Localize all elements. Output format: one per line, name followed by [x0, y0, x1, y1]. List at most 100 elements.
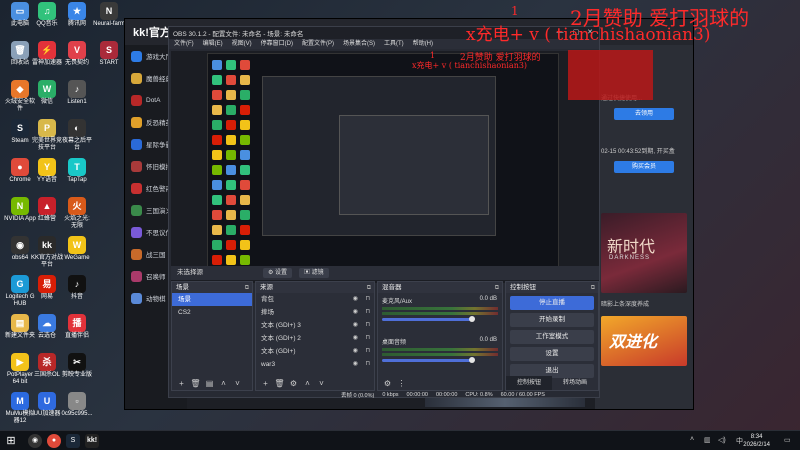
visibility-eye-icon[interactable]: ◉ [353, 306, 358, 319]
desktop-icon[interactable]: S START [93, 41, 125, 67]
remove-scene-icon[interactable]: 🗑 [190, 379, 201, 388]
chrome-taskbar-icon[interactable]: ● [47, 434, 61, 448]
obs-menu-item[interactable]: 帮助(H) [413, 39, 433, 49]
move-up-icon[interactable]: ˄ [302, 379, 313, 388]
source-list-item[interactable]: 背包 ◉ ⊓ [256, 293, 374, 306]
desktop-icon[interactable]: T TapTap [61, 158, 93, 184]
scene-filters-icon[interactable]: ▤ [204, 379, 215, 388]
audio-settings-icon[interactable]: ⚙ [382, 379, 393, 388]
visibility-eye-icon[interactable]: ◉ [353, 293, 358, 306]
desktop-app-icon: ◉ [11, 236, 29, 254]
lock-icon[interactable]: ⊓ [365, 358, 370, 371]
source-list-item[interactable]: war3 ◉ ⊓ [256, 358, 374, 371]
volume-slider[interactable] [382, 316, 476, 322]
lock-icon[interactable]: ⊓ [365, 345, 370, 358]
obs-menu-item[interactable]: 停靠窗口(D) [261, 39, 293, 49]
desktop-icon[interactable]: Y YY语音 [31, 158, 63, 184]
control-button[interactable]: 开始录制 [510, 313, 594, 327]
visibility-eye-icon[interactable]: ◉ [353, 358, 358, 371]
tray-chevron-icon[interactable]: ˄ [690, 436, 694, 443]
obs-menu-item[interactable]: 配置文件(P) [302, 39, 334, 49]
kk-banner[interactable]: 新时代 DARKNESS [601, 213, 687, 293]
obs-taskbar-icon[interactable]: ◉ [28, 434, 42, 448]
desktop-icon[interactable]: P 完美世界竞技平台 [31, 119, 63, 152]
controls-dock-header: 控制按钮 ⧉ [506, 282, 598, 293]
tab-transitions[interactable]: 转场动画 [552, 376, 598, 390]
lock-icon[interactable]: ⊓ [365, 332, 370, 345]
desktop-icon[interactable]: 火火焰之光: 无限 [61, 197, 93, 230]
obs-title-text: OBS 30.1.2 - 配置文件: 未命名 - 场景: 未命名 [173, 31, 304, 38]
desktop-app-icon: W [38, 80, 56, 98]
desktop-icon[interactable]: W 微信 [31, 80, 63, 106]
notification-icon[interactable]: ▭ [784, 436, 791, 444]
lock-icon[interactable]: ⊓ [365, 306, 370, 319]
tab-controls[interactable]: 控制按钮 [506, 376, 552, 390]
kk-banner-2[interactable]: 双进化 [601, 316, 687, 366]
control-button-list: 停止直播 开始录制 工作室模式 设置 退出 [506, 296, 598, 378]
desktop-icon[interactable]: 播直播伴侣 [61, 314, 93, 340]
scene-list-item[interactable]: 场景 [172, 293, 252, 306]
remove-source-icon[interactable]: 🗑 [274, 379, 285, 388]
control-button[interactable]: 停止直播 [510, 296, 594, 310]
desktop-icon[interactable]: ♫ QQ音乐 [31, 2, 63, 28]
visibility-eye-icon[interactable]: ◉ [353, 332, 358, 345]
obs-menu-item[interactable]: 工具(T) [384, 39, 404, 49]
source-list-item[interactable]: 文本 (GDI+) 2 ◉ ⊓ [256, 332, 374, 345]
desktop-icon[interactable]: ◐ 夜幕之后平台 [61, 119, 93, 152]
desktop-icon[interactable]: U UU加速器 [31, 392, 63, 418]
start-icon[interactable]: ⊞ [4, 434, 18, 448]
taskbar-clock[interactable]: 8:34 2026/2/14 [743, 433, 770, 449]
mixer-menu-icon[interactable]: ⋮ [396, 379, 407, 388]
scene-list-item[interactable]: CS2 [172, 306, 252, 319]
kk-buy-vip-button[interactable]: 购买会员 [614, 161, 674, 173]
desktop-app-icon: ▭ [11, 2, 29, 20]
obs-menu-item[interactable]: 文件(F) [174, 39, 194, 49]
add-source-icon[interactable]: + [260, 379, 271, 388]
control-button[interactable]: 工作室模式 [510, 330, 594, 344]
preview-desktop-icon [240, 150, 250, 160]
kk-claim-button[interactable]: 去领用 [614, 108, 674, 120]
move-down-icon[interactable]: ˅ [316, 379, 327, 388]
move-down-icon[interactable]: ˅ [232, 379, 243, 388]
desktop-icon[interactable]: ★ 腾讯网 [61, 2, 93, 28]
obs-preview[interactable] [171, 51, 599, 283]
steam-taskbar-icon[interactable]: S [66, 434, 80, 448]
dock-float-icon[interactable]: ⧉ [245, 283, 249, 294]
lock-icon[interactable]: ⊓ [365, 293, 370, 306]
desktop-icon[interactable]: N Neural-farm [93, 2, 125, 28]
desktop-icon[interactable]: W WeGame [61, 236, 93, 262]
lock-icon[interactable]: ⊓ [365, 319, 370, 332]
source-filters-button[interactable]: ▣ 滤镜 [299, 268, 329, 278]
obs-menu-item[interactable]: 编辑(E) [203, 39, 223, 49]
visibility-eye-icon[interactable]: ◉ [353, 345, 358, 358]
desktop-icon[interactable]: ☁ 云选仓 [31, 314, 63, 340]
desktop-icon[interactable]: ▫ 0c95c995... [61, 392, 93, 418]
desktop-icon[interactable]: 易网易 [31, 275, 63, 301]
network-icon[interactable]: ▥ [704, 436, 711, 444]
move-up-icon[interactable]: ˄ [218, 379, 229, 388]
source-list-item[interactable]: 文本 (GDI+) ◉ ⊓ [256, 345, 374, 358]
input-method[interactable]: 中 [736, 436, 743, 446]
desktop-icon[interactable]: ♪ 抖音 [61, 275, 93, 301]
desktop-icon[interactable]: ▲ 红蜂营 [31, 197, 63, 223]
desktop-icon[interactable]: kk KK官方对战平台 [31, 236, 63, 269]
desktop-icon[interactable]: V 无畏契约 [61, 41, 93, 67]
obs-menu-item[interactable]: 场景集合(S) [343, 39, 375, 49]
visibility-eye-icon[interactable]: ◉ [353, 319, 358, 332]
add-scene-icon[interactable]: + [176, 379, 187, 388]
desktop-icon[interactable]: ✂ 剪映专业版 [61, 353, 93, 379]
volume-icon[interactable]: ◁) [718, 436, 726, 444]
source-settings-button[interactable]: ⚙ 设置 [263, 268, 293, 278]
desktop-icon[interactable]: 杀三国杀OL [31, 353, 63, 379]
source-properties-icon[interactable]: ⚙ [288, 379, 299, 388]
desktop-icon[interactable]: ♪ Listen1 [61, 80, 93, 106]
source-list-item[interactable]: 摔场 ◉ ⊓ [256, 306, 374, 319]
obs-menu-item[interactable]: 视图(V) [232, 39, 252, 49]
preview-desktop-icon [226, 60, 236, 70]
volume-slider[interactable] [382, 357, 476, 363]
control-button[interactable]: 设置 [510, 347, 594, 361]
kk-taskbar-icon[interactable]: kk! [85, 434, 99, 448]
source-list-item[interactable]: 文本 (GDI+) 3 ◉ ⊓ [256, 319, 374, 332]
dock-float-icon[interactable]: ⧉ [591, 283, 595, 294]
desktop-icon[interactable]: ⚡ 雷神加速器 [31, 41, 63, 67]
